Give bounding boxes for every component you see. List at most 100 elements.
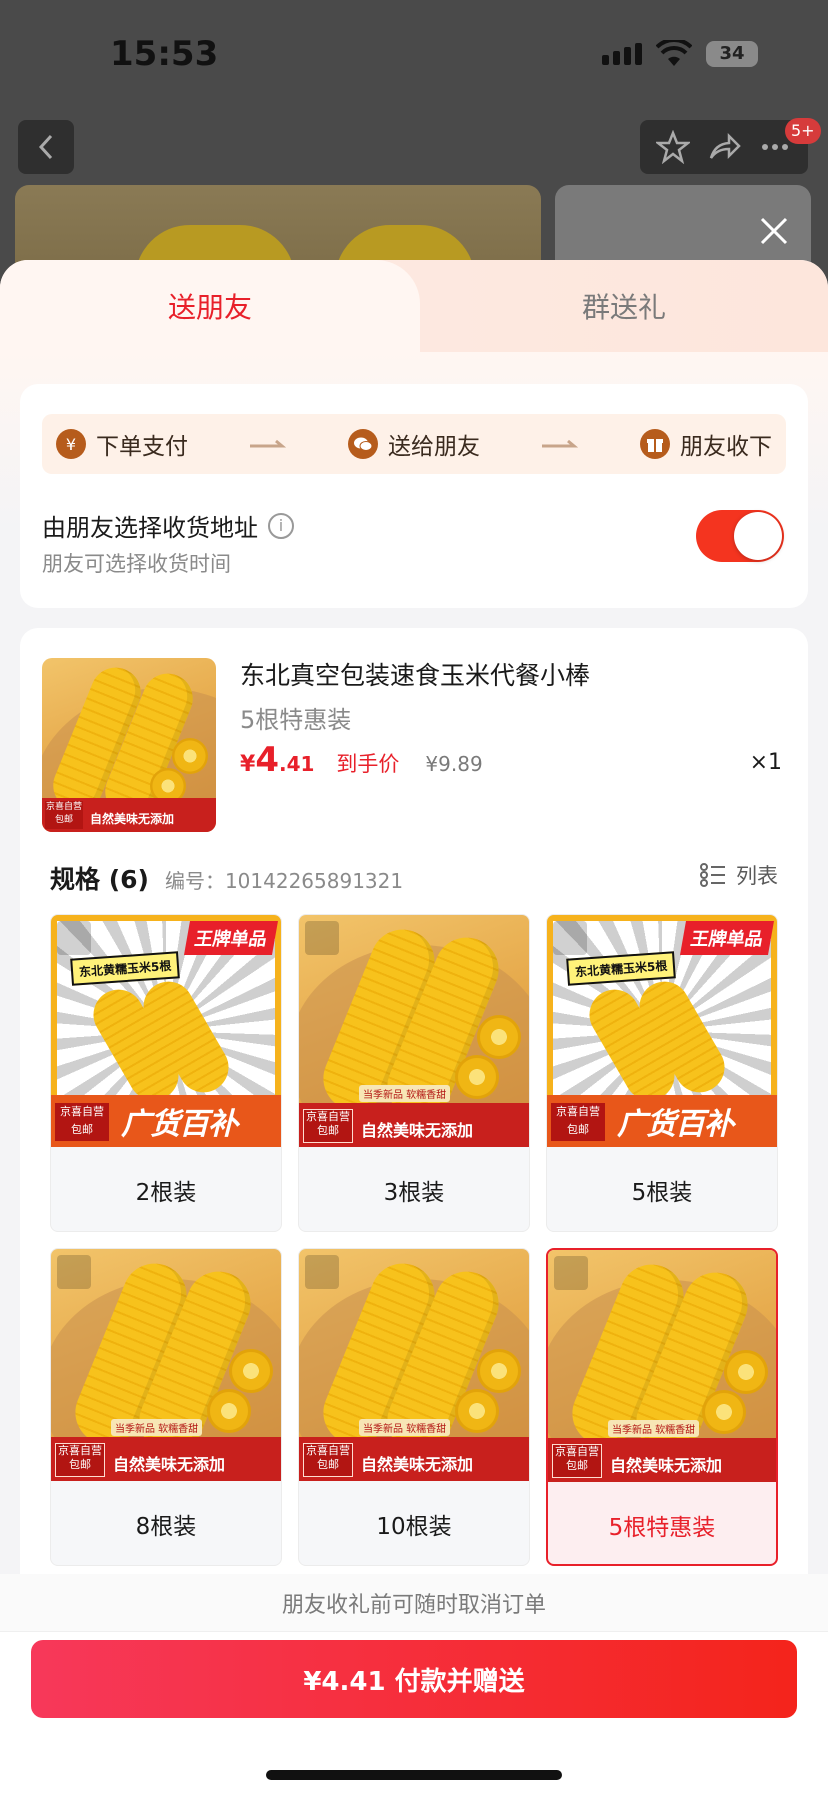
expand-icon[interactable] <box>553 921 587 955</box>
product-variant: 5根特惠装 <box>240 706 352 734</box>
spec-big-text: 广货百补 <box>121 1107 238 1142</box>
gift-icon <box>640 429 670 459</box>
spec-option-2-pack[interactable]: 王牌单品 东北黄糯玉米5根 京喜自营 包邮 广货百补 2根装 <box>50 914 282 1232</box>
address-option-label: 由朋友选择收货地址 <box>42 514 258 542</box>
price-symbol: ¥ <box>240 752 256 777</box>
back-button[interactable] <box>18 120 74 174</box>
flow-step-send: 送给朋友 <box>348 427 480 461</box>
home-indicator <box>266 1770 562 1780</box>
spec-title: 规格 (6) <box>50 865 149 894</box>
product-name: 东北真空包装速食玉米代餐小棒 <box>240 661 591 690</box>
spec-mini-label: 当季新品 软糯香甜 <box>359 1085 451 1102</box>
gift-flow: ¥ 下单支付 送给朋友 朋友收下 <box>42 414 786 474</box>
expand-icon[interactable] <box>57 921 91 955</box>
spec-option-8-pack[interactable]: 当季新品 软糯香甜 京喜自营 包邮 自然美味无添加 8根装 <box>50 1248 282 1566</box>
flow-arrow-icon <box>188 438 348 450</box>
spec-grid: 王牌单品 东北黄糯玉米5根 京喜自营 包邮 广货百补 2根装 当季新品 软糯香甜京… <box>50 914 778 1566</box>
close-icon[interactable] <box>756 213 792 249</box>
spec-tag: 京喜自营 包邮 <box>55 1443 105 1477</box>
product-price: ¥4.41 到手价 ¥9.89 <box>240 740 483 780</box>
flow-step-label: 朋友收下 <box>680 434 772 460</box>
toggle-knob <box>734 512 782 560</box>
signal-icon <box>602 43 642 65</box>
info-icon[interactable]: i <box>268 512 294 539</box>
expand-icon[interactable] <box>305 921 339 955</box>
share-icon[interactable] <box>707 130 741 164</box>
spec-label: 5根特惠装 <box>608 1515 716 1541</box>
status-icons: 34 <box>602 40 758 68</box>
flow-step-receive: 朋友收下 <box>640 427 772 461</box>
spec-image: 王牌单品 东北黄糯玉米5根 京喜自营 包邮 广货百补 <box>51 915 281 1147</box>
spec-tag: 京喜自营 包邮 <box>552 1444 602 1478</box>
spec-option-10-pack[interactable]: 当季新品 软糯香甜 京喜自营 包邮 自然美味无添加 10根装 <box>298 1248 530 1566</box>
pay-and-gift-button[interactable]: ¥4.41 付款并赠送 <box>31 1640 797 1718</box>
price-integer: 4 <box>255 740 279 780</box>
spec-option-5-special-pack[interactable]: 当季新品 软糯香甜 京喜自营 包邮 自然美味无添加 5根特惠装 <box>546 1248 778 1566</box>
spec-label: 8根装 <box>135 1514 197 1540</box>
spec-slogan: 自然美味无添加 <box>361 1121 474 1140</box>
spec-label: 5根装 <box>631 1180 693 1206</box>
spec-tag: 京喜自营 包邮 <box>55 1103 109 1141</box>
spec-option-3-pack[interactable]: 当季新品 软糯香甜 京喜自营 包邮 自然美味无添加 3根装 <box>298 914 530 1232</box>
tab-send-friend[interactable]: 送朋友 <box>0 260 420 352</box>
gift-sheet: 群送礼 送朋友 ¥ 下单支付 送给朋友 朋友收下 由朋友选择收货地址 i 朋友可… <box>0 260 828 1795</box>
expand-icon[interactable] <box>554 1256 588 1290</box>
thumbnail-slogan: 自然美味无添加 <box>90 812 175 826</box>
spec-tag: 京喜自营 包邮 <box>303 1109 353 1143</box>
list-view-toggle[interactable]: 列表 <box>700 860 778 890</box>
list-icon <box>700 863 725 887</box>
tab-group-gift[interactable]: 群送礼 <box>420 260 828 352</box>
star-icon[interactable] <box>656 130 691 164</box>
spec-option-5-pack[interactable]: 王牌单品 东北黄糯玉米5根 京喜自营 包邮 广货百补 5根装 <box>546 914 778 1232</box>
expand-icon[interactable] <box>305 1255 339 1289</box>
flow-step-label: 送给朋友 <box>388 434 480 460</box>
address-toggle[interactable] <box>696 510 784 562</box>
spec-slogan: 自然美味无添加 <box>113 1455 226 1474</box>
price-fraction: .41 <box>278 752 315 776</box>
list-label: 列表 <box>736 864 778 888</box>
spec-image: 当季新品 软糯香甜 京喜自营 包邮 自然美味无添加 <box>299 915 529 1147</box>
spec-slogan: 自然美味无添加 <box>610 1456 723 1475</box>
spec-tag: 京喜自营 包邮 <box>551 1103 605 1141</box>
spec-code: 编号：10142265891321 <box>164 869 404 893</box>
product-card: 京喜自营 包邮 自然美味无添加 东北真空包装速食玉米代餐小棒 5根特惠装 ¥4.… <box>20 628 808 1728</box>
wechat-icon <box>348 429 378 459</box>
spec-image: 当季新品 软糯香甜 京喜自营 包邮 自然美味无添加 <box>51 1249 281 1481</box>
spec-image: 当季新品 软糯香甜 京喜自营 包邮 自然美味无添加 <box>548 1250 776 1482</box>
spec-mini-label: 当季新品 软糯香甜 <box>111 1419 203 1436</box>
checkout-footer: 朋友收礼前可随时取消订单 ¥4.41 付款并赠送 <box>0 1574 828 1795</box>
cancel-note: 朋友收礼前可随时取消订单 <box>0 1574 828 1632</box>
flow-arrow-icon <box>480 438 640 450</box>
spec-label: 3根装 <box>383 1180 445 1206</box>
top-action-bar <box>640 120 808 174</box>
price-tag: 到手价 <box>336 752 400 776</box>
spec-banner-top: 王牌单品 <box>680 921 774 955</box>
product-quantity: ×1 <box>749 750 782 775</box>
flow-step-label: 下单支付 <box>96 434 188 460</box>
notification-badge: 5+ <box>785 118 821 144</box>
yen-icon: ¥ <box>56 429 86 459</box>
battery-icon: 34 <box>706 41 758 67</box>
wifi-icon <box>656 40 692 66</box>
expand-icon[interactable] <box>57 1255 91 1289</box>
gift-tabs: 群送礼 送朋友 <box>0 260 828 352</box>
spec-image: 王牌单品 东北黄糯玉米5根 京喜自营 包邮 广货百补 <box>547 915 777 1147</box>
spec-slogan: 自然美味无添加 <box>361 1455 474 1474</box>
spec-label: 2根装 <box>135 1180 197 1206</box>
spec-big-text: 广货百补 <box>617 1107 734 1142</box>
spec-label: 10根装 <box>376 1514 452 1540</box>
spec-image: 当季新品 软糯香甜 京喜自营 包邮 自然美味无添加 <box>299 1249 529 1481</box>
status-bar: 15:53 34 <box>0 0 828 110</box>
address-option-title: 由朋友选择收货地址 i <box>42 508 294 543</box>
thumbnail-banner: 京喜自营 包邮 自然美味无添加 <box>42 798 216 832</box>
thumbnail-tag: 京喜自营 包邮 <box>45 801 83 829</box>
spec-banner-top: 王牌单品 <box>184 921 278 955</box>
gift-flow-card: ¥ 下单支付 送给朋友 朋友收下 由朋友选择收货地址 i 朋友可选择收货时间 <box>20 384 808 608</box>
spec-header: 规格 (6) 编号：10142265891321 <box>50 860 403 896</box>
flow-step-pay: ¥ 下单支付 <box>56 427 188 461</box>
product-thumbnail[interactable]: 京喜自营 包邮 自然美味无添加 <box>42 658 216 832</box>
chevron-left-icon <box>38 134 53 160</box>
spec-mini-label: 当季新品 软糯香甜 <box>359 1419 451 1436</box>
original-price: ¥9.89 <box>425 752 483 776</box>
status-time: 15:53 <box>110 34 219 74</box>
